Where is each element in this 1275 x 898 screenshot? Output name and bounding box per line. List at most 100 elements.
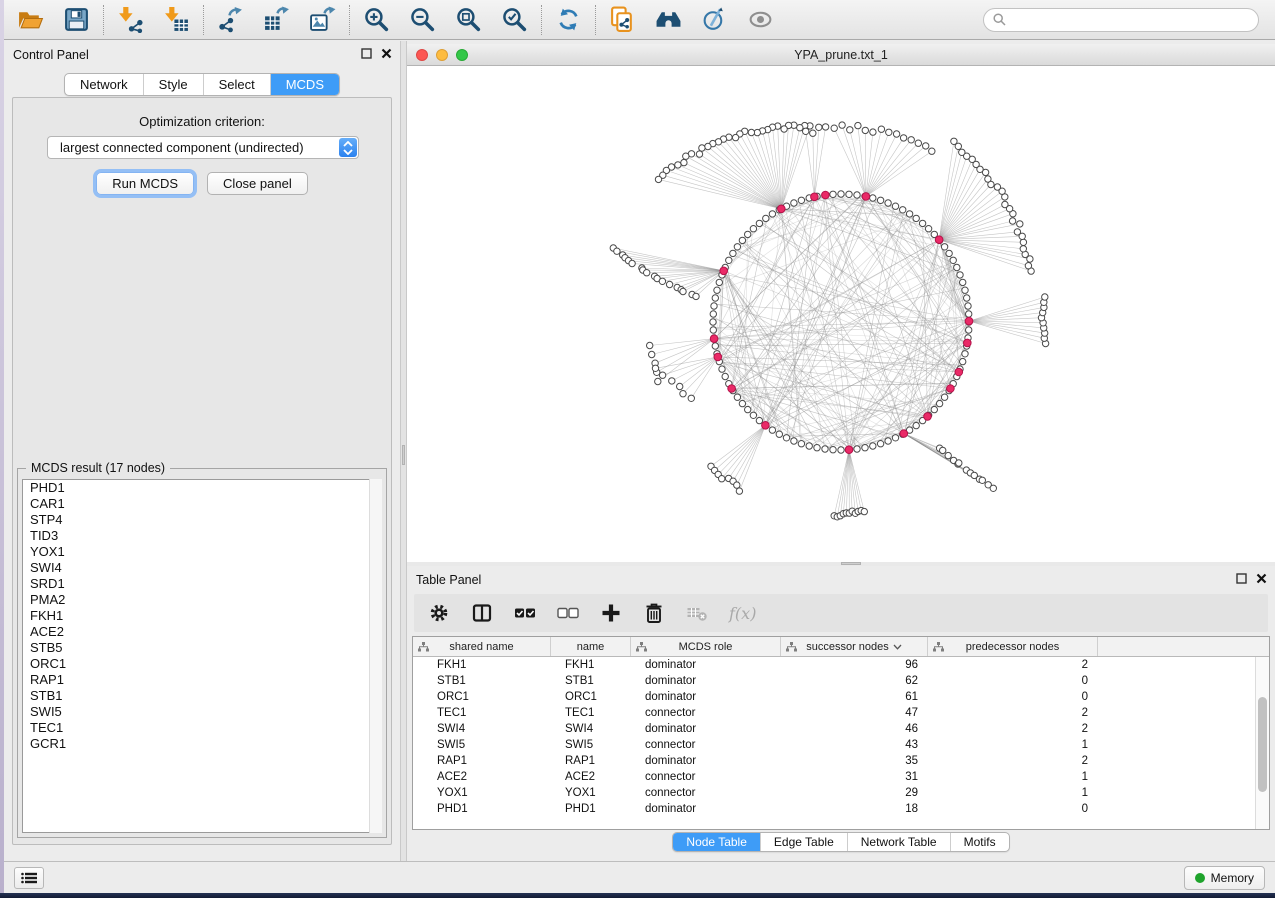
export-network-icon[interactable]: [217, 6, 244, 33]
column-header-predecessor-nodes[interactable]: predecessor nodes: [928, 637, 1098, 656]
table-row[interactable]: SWI5SWI5connector431: [413, 737, 1269, 753]
float-panel-icon[interactable]: [361, 48, 372, 59]
mcds-result-item[interactable]: GCR1: [23, 736, 381, 752]
mcds-result-item[interactable]: PHD1: [23, 480, 381, 496]
table-cell: TEC1: [551, 707, 631, 719]
table-row[interactable]: SWI4SWI4dominator462: [413, 721, 1269, 737]
split-view-icon[interactable]: [471, 602, 493, 624]
table-row[interactable]: FKH1FKH1dominator962: [413, 657, 1269, 673]
function-builder-icon[interactable]: f(x): [729, 604, 756, 623]
tab-mcds[interactable]: MCDS: [270, 74, 339, 95]
mcds-result-item[interactable]: TID3: [23, 528, 381, 544]
import-network-icon[interactable]: [117, 6, 144, 33]
delete-columns-icon[interactable]: [643, 602, 665, 624]
column-header-MCDS-role[interactable]: MCDS role: [631, 637, 781, 656]
run-mcds-button[interactable]: Run MCDS: [96, 172, 194, 195]
network-graph[interactable]: [407, 66, 1275, 562]
column-header-successor-nodes[interactable]: successor nodes: [781, 637, 928, 656]
horizontal-splitter-grip[interactable]: [841, 562, 861, 565]
mcds-result-item[interactable]: RAP1: [23, 672, 381, 688]
mcds-result-item[interactable]: SWI4: [23, 560, 381, 576]
select-all-icon[interactable]: [514, 602, 536, 624]
table-scrollbar[interactable]: [1255, 657, 1269, 829]
import-table-icon[interactable]: [163, 6, 190, 33]
export-table-icon[interactable]: [263, 6, 290, 33]
refresh-icon[interactable]: [555, 6, 582, 33]
tab-motifs[interactable]: Motifs: [950, 833, 1009, 851]
mcds-result-item[interactable]: SWI5: [23, 704, 381, 720]
delete-table-icon[interactable]: [686, 602, 708, 624]
close-panel-button[interactable]: Close panel: [207, 172, 308, 195]
mcds-result-item[interactable]: CAR1: [23, 496, 381, 512]
first-neighbors-icon[interactable]: [655, 6, 682, 33]
table-row[interactable]: STB1STB1dominator620: [413, 673, 1269, 689]
zoom-out-icon[interactable]: [409, 6, 436, 33]
tab-network-table[interactable]: Network Table: [847, 833, 950, 851]
table-row[interactable]: YOX1YOX1connector291: [413, 785, 1269, 801]
table-row[interactable]: RAP1RAP1dominator352: [413, 753, 1269, 769]
table-scrollbar-thumb[interactable]: [1258, 697, 1267, 792]
table-row[interactable]: ACE2ACE2connector311: [413, 769, 1269, 785]
mcds-result-group: MCDS result (17 nodes) PHD1CAR1STP4TID3Y…: [17, 468, 387, 838]
tab-select[interactable]: Select: [203, 74, 270, 95]
tab-network[interactable]: Network: [65, 74, 143, 95]
float-panel-icon[interactable]: [1236, 573, 1247, 584]
table-panel: Table Panel: [407, 566, 1275, 861]
column-header-label: MCDS role: [679, 641, 733, 653]
right-pane: YPA_prune.txt_1 Table Panel: [407, 41, 1275, 861]
mcds-result-item[interactable]: PMA2: [23, 592, 381, 608]
table-cell: connector: [631, 771, 781, 783]
mcds-result-item[interactable]: YOX1: [23, 544, 381, 560]
optimization-criterion-label: Optimization criterion:: [13, 114, 391, 129]
column-header-name[interactable]: name: [551, 637, 631, 656]
table-cell: 1: [928, 787, 1098, 799]
table-cell: SWI4: [413, 723, 551, 735]
vertical-splitter[interactable]: [400, 41, 407, 861]
mcds-result-item[interactable]: TEC1: [23, 720, 381, 736]
show-graphics-details-icon[interactable]: [701, 6, 728, 33]
mcds-list-scrollbar[interactable]: [369, 479, 382, 833]
mcds-result-item[interactable]: STP4: [23, 512, 381, 528]
save-session-icon[interactable]: [63, 6, 90, 33]
add-column-icon[interactable]: [600, 602, 622, 624]
screen: Control Panel NetworkStyleSelectMCDS Opt…: [0, 0, 1275, 898]
open-file-icon[interactable]: [17, 6, 44, 33]
table-cell: ACE2: [413, 771, 551, 783]
search-input[interactable]: [1012, 13, 1249, 27]
mcds-result-item[interactable]: ACE2: [23, 624, 381, 640]
list-icon: [21, 872, 37, 884]
table-cell: 2: [928, 707, 1098, 719]
mcds-result-list[interactable]: PHD1CAR1STP4TID3YOX1SWI4SRD1PMA2FKH1ACE2…: [22, 479, 382, 833]
tab-node-table[interactable]: Node Table: [673, 833, 760, 851]
tab-style[interactable]: Style: [143, 74, 203, 95]
vertical-splitter-grip[interactable]: [402, 445, 405, 465]
mcds-result-item[interactable]: SRD1: [23, 576, 381, 592]
table-cell: 46: [781, 723, 928, 735]
status-bar: Memory: [4, 861, 1275, 893]
mcds-result-item[interactable]: FKH1: [23, 608, 381, 624]
close-panel-icon[interactable]: [381, 48, 392, 59]
tree-column-icon: [636, 642, 647, 652]
table-row[interactable]: TEC1TEC1connector472: [413, 705, 1269, 721]
column-header-shared-name[interactable]: shared name: [413, 637, 551, 656]
task-history-button[interactable]: [14, 867, 44, 889]
tab-edge-table[interactable]: Edge Table: [760, 833, 847, 851]
table-row[interactable]: PHD1PHD1dominator180: [413, 801, 1269, 817]
clone-network-icon[interactable]: [609, 6, 636, 33]
network-canvas[interactable]: [407, 66, 1275, 562]
zoom-in-icon[interactable]: [363, 6, 390, 33]
search-box[interactable]: [983, 8, 1259, 32]
deselect-all-icon[interactable]: [557, 602, 579, 624]
table-row[interactable]: ORC1ORC1dominator610: [413, 689, 1269, 705]
zoom-selected-icon[interactable]: [501, 6, 528, 33]
column-settings-icon[interactable]: [428, 602, 450, 624]
memory-button[interactable]: Memory: [1184, 866, 1265, 890]
mcds-result-item[interactable]: STB5: [23, 640, 381, 656]
birds-eye-view-icon[interactable]: [747, 6, 774, 33]
close-panel-icon[interactable]: [1256, 573, 1267, 584]
optimization-criterion-select[interactable]: largest connected component (undirected): [47, 136, 359, 159]
mcds-result-item[interactable]: STB1: [23, 688, 381, 704]
mcds-result-item[interactable]: ORC1: [23, 656, 381, 672]
export-image-icon[interactable]: [309, 6, 336, 33]
zoom-fit-icon[interactable]: [455, 6, 482, 33]
